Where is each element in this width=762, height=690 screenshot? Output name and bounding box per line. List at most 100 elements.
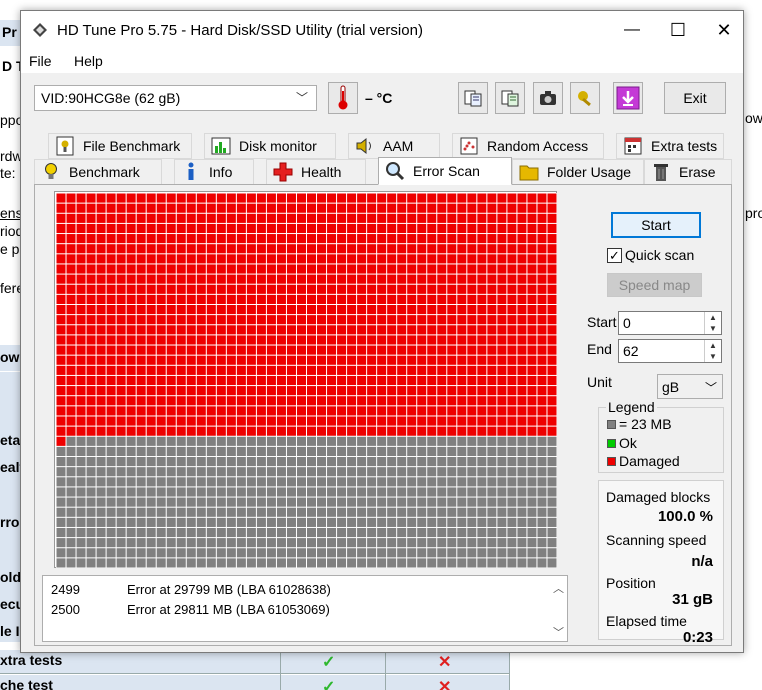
scan-block [517,527,527,538]
position-value: 31 gB [672,591,713,608]
bg-fragment: pro [745,205,762,221]
scan-block [537,416,547,426]
scan-block [357,396,367,406]
scan-block [166,193,176,203]
scan-block [547,487,557,497]
scan-block [136,234,146,244]
tab-random-access[interactable]: Random Access [452,133,604,159]
scroll-down-icon[interactable]: ﹀ [553,624,564,640]
spin-up-icon[interactable]: ▲ [705,312,721,323]
scan-block [417,436,427,446]
tab-file-benchmark[interactable]: File Benchmark [48,133,192,159]
scan-block [527,244,537,254]
scan-block [246,517,256,527]
scan-block [296,538,306,548]
scan-block [106,234,116,244]
scan-block [497,254,507,264]
tab-aam[interactable]: AAM [348,133,440,159]
drive-select[interactable]: VID:90HCG8e (62 gB) ﹀ [34,85,317,111]
temperature-button[interactable] [328,82,358,114]
scan-block [276,497,286,507]
scan-block [487,304,497,315]
tab-health[interactable]: Health [266,159,366,185]
scan-block [176,517,186,527]
scan-block [166,467,176,477]
scan-block [467,304,477,315]
scan-block [517,457,527,467]
spin-down-icon[interactable]: ▼ [705,323,721,334]
scan-block [407,365,417,375]
tab-disk-monitor[interactable]: Disk monitor [204,133,336,159]
scan-block [507,304,517,315]
copy-info-button[interactable] [458,82,488,114]
scan-block [397,254,407,264]
scan-block [417,386,427,396]
scan-block [547,193,557,203]
scan-block [547,527,557,538]
speed-map-button[interactable]: Speed map [607,273,702,297]
tab-folder-usage[interactable]: Folder Usage [512,159,644,185]
scan-block [266,406,276,416]
scan-block [256,426,266,436]
spin-down-icon[interactable]: ▼ [705,351,721,362]
error-log[interactable]: 2499 Error at 29799 MB (LBA 61028638) 25… [42,575,568,642]
scan-block [507,254,517,264]
scan-block [266,294,276,304]
quick-scan-checkbox[interactable]: ✓ Quick scan [607,247,694,263]
tab-info[interactable]: Info [174,159,254,185]
scan-block [527,223,537,234]
tab-error-scan[interactable]: Error Scan [378,157,512,185]
menu-file[interactable]: File [29,53,52,69]
spin-up-icon[interactable]: ▲ [705,340,721,351]
screenshot-button[interactable] [533,82,563,114]
tab-benchmark[interactable]: Benchmark [34,159,162,185]
scan-block [276,355,286,365]
scan-block [507,497,517,507]
scan-block [96,426,106,436]
tab-extra-tests[interactable]: Extra tests [616,133,724,159]
save-button[interactable] [613,82,643,114]
scan-block [327,497,337,507]
scan-block [397,234,407,244]
end-spinner[interactable]: 62 ▲ ▼ [618,339,722,363]
scan-block [116,416,126,426]
scan-block [186,507,196,517]
scroll-up-icon[interactable]: ︿ [553,580,564,596]
start-spinner[interactable]: 0 ▲ ▼ [618,311,722,335]
menu-help[interactable]: Help [74,53,103,69]
scan-block [156,507,166,517]
scan-block [357,527,367,538]
scan-block [236,487,246,497]
title-bar[interactable]: HD Tune Pro 5.75 - Hard Disk/SSD Utility… [21,11,743,49]
scan-block [136,527,146,538]
scan-block [467,507,477,517]
scan-block [307,507,317,517]
scan-block [497,527,507,538]
maximize-button[interactable]: ☐ [655,11,701,49]
scan-block [136,193,146,203]
start-button[interactable]: Start [611,212,701,238]
unit-select[interactable]: gB ﹀ [657,374,723,399]
tab-erase[interactable]: Erase [644,159,732,185]
scan-block [427,274,437,284]
scan-block [276,386,286,396]
scan-block [126,365,136,375]
scan-block [377,284,387,294]
copy-all-button[interactable] [495,82,525,114]
scan-block [517,446,527,457]
scan-block [156,223,166,234]
info-icon [181,162,201,182]
scan-block [547,213,557,223]
minimize-button[interactable]: — [609,11,655,49]
scan-block [377,436,387,446]
scan-block [327,507,337,517]
exit-button[interactable]: Exit [664,82,726,114]
checkbox-checked-icon[interactable]: ✓ [607,247,622,263]
options-button[interactable] [570,82,600,114]
close-button[interactable]: ✕ [701,11,747,49]
scan-block [547,284,557,294]
scan-block [477,558,487,568]
scan-block [367,264,377,274]
scan-block [116,355,126,365]
log-scrollbar[interactable]: ︿ ﹀ [549,576,567,641]
